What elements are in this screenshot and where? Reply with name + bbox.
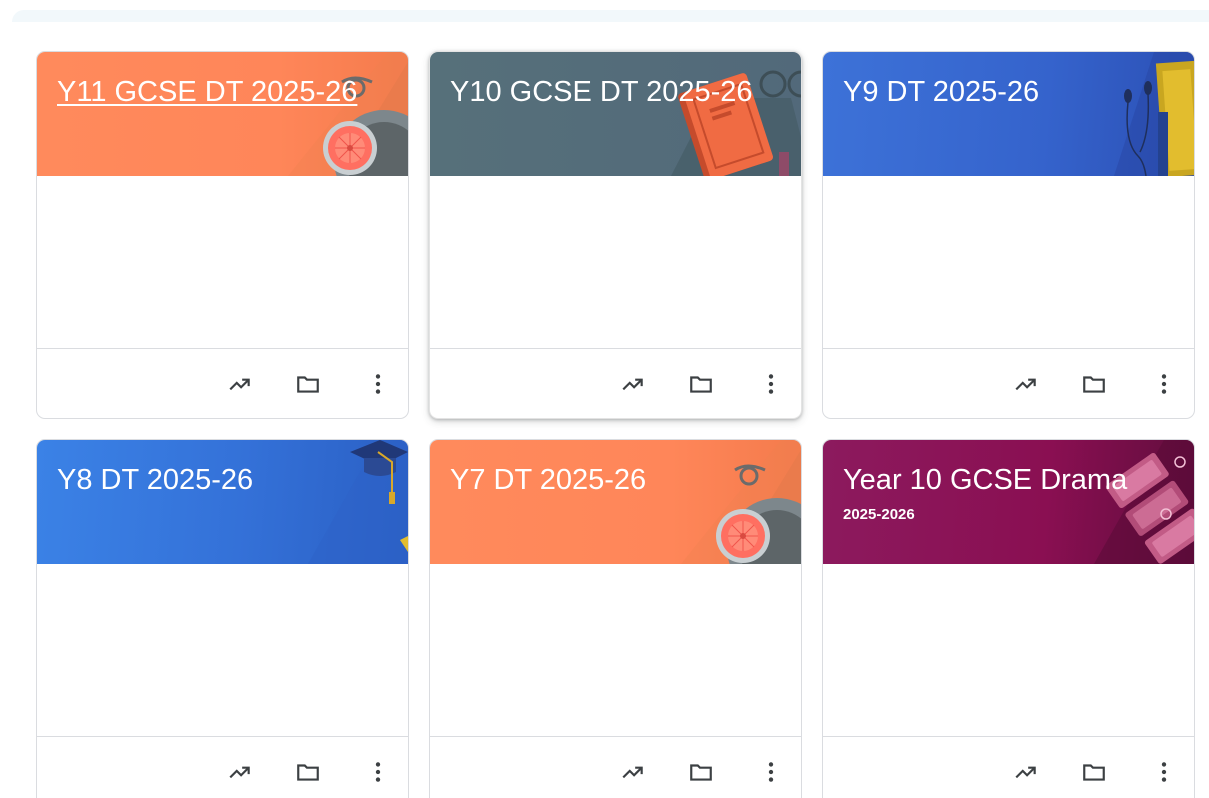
- more-vert-icon[interactable]: [751, 752, 791, 792]
- class-card-footer: [37, 736, 408, 798]
- class-card-banner[interactable]: Y7 DT 2025-26: [430, 440, 801, 564]
- class-card-body: [430, 176, 801, 348]
- more-vert-icon[interactable]: [358, 364, 398, 404]
- class-card-y9-dt[interactable]: Y9 DT 2025-26: [822, 51, 1195, 419]
- classroom-page: Y11 GCSE DT 2025-26 Y10 GCSE DT 2025-26 …: [0, 0, 1209, 798]
- more-vert-icon[interactable]: [1144, 752, 1184, 792]
- class-card-banner[interactable]: Year 10 GCSE Drama 2025-2026: [823, 440, 1194, 564]
- class-card-body: [430, 564, 801, 736]
- disc-illustration-icon: [288, 52, 408, 176]
- more-vert-icon[interactable]: [1144, 364, 1184, 404]
- class-card-footer: [823, 348, 1194, 418]
- class-card-title[interactable]: Y8 DT 2025-26: [57, 462, 253, 498]
- folder-icon[interactable]: [681, 364, 721, 404]
- class-card-body: [37, 564, 408, 736]
- class-card-body: [37, 176, 408, 348]
- book-illustration-icon: [671, 70, 801, 176]
- class-card-body: [823, 564, 1194, 736]
- folder-icon[interactable]: [288, 752, 328, 792]
- graduation-cap-illustration-icon: [308, 440, 408, 564]
- class-card-banner[interactable]: Y11 GCSE DT 2025-26: [37, 52, 408, 176]
- class-card-title[interactable]: Y11 GCSE DT 2025-26: [57, 74, 357, 110]
- folder-icon[interactable]: [681, 752, 721, 792]
- class-card-body: [823, 176, 1194, 348]
- class-card-y10-gcse-dt[interactable]: Y10 GCSE DT 2025-26: [429, 51, 802, 419]
- class-card-banner[interactable]: Y8 DT 2025-26: [37, 440, 408, 564]
- trending-up-icon[interactable]: [1006, 752, 1046, 792]
- class-card-banner[interactable]: Y10 GCSE DT 2025-26: [430, 52, 801, 176]
- class-card-subtitle: 2025-2026: [843, 506, 915, 523]
- class-card-y7-dt[interactable]: Y7 DT 2025-26: [429, 439, 802, 798]
- trending-up-icon[interactable]: [613, 364, 653, 404]
- class-card-title[interactable]: Year 10 GCSE Drama: [843, 462, 1127, 498]
- class-card-footer: [823, 736, 1194, 798]
- top-strip: [12, 10, 1209, 22]
- folder-icon[interactable]: [288, 364, 328, 404]
- class-card-footer: [430, 348, 801, 418]
- class-card-title[interactable]: Y10 GCSE DT 2025-26: [450, 74, 753, 110]
- folder-icon[interactable]: [1074, 364, 1114, 404]
- trending-up-icon[interactable]: [220, 752, 260, 792]
- tickets-illustration-icon: [1094, 440, 1194, 564]
- earphones-illustration-icon: [1114, 52, 1194, 176]
- trending-up-icon[interactable]: [613, 752, 653, 792]
- class-card-y8-dt[interactable]: Y8 DT 2025-26: [36, 439, 409, 798]
- more-vert-icon[interactable]: [358, 752, 398, 792]
- class-card-footer: [430, 736, 801, 798]
- class-card-y11-gcse-dt[interactable]: Y11 GCSE DT 2025-26: [36, 51, 409, 419]
- trending-up-icon[interactable]: [1006, 364, 1046, 404]
- class-card-banner[interactable]: Y9 DT 2025-26: [823, 52, 1194, 176]
- class-card-year10-gcse-drama[interactable]: Year 10 GCSE Drama 2025-2026: [822, 439, 1195, 798]
- trending-up-icon[interactable]: [220, 364, 260, 404]
- folder-icon[interactable]: [1074, 752, 1114, 792]
- class-card-title[interactable]: Y9 DT 2025-26: [843, 74, 1039, 110]
- class-card-title[interactable]: Y7 DT 2025-26: [450, 462, 646, 498]
- disc-illustration-icon: [681, 440, 801, 564]
- class-card-footer: [37, 348, 408, 418]
- more-vert-icon[interactable]: [751, 364, 791, 404]
- class-card-grid: Y11 GCSE DT 2025-26 Y10 GCSE DT 2025-26 …: [36, 51, 1195, 798]
